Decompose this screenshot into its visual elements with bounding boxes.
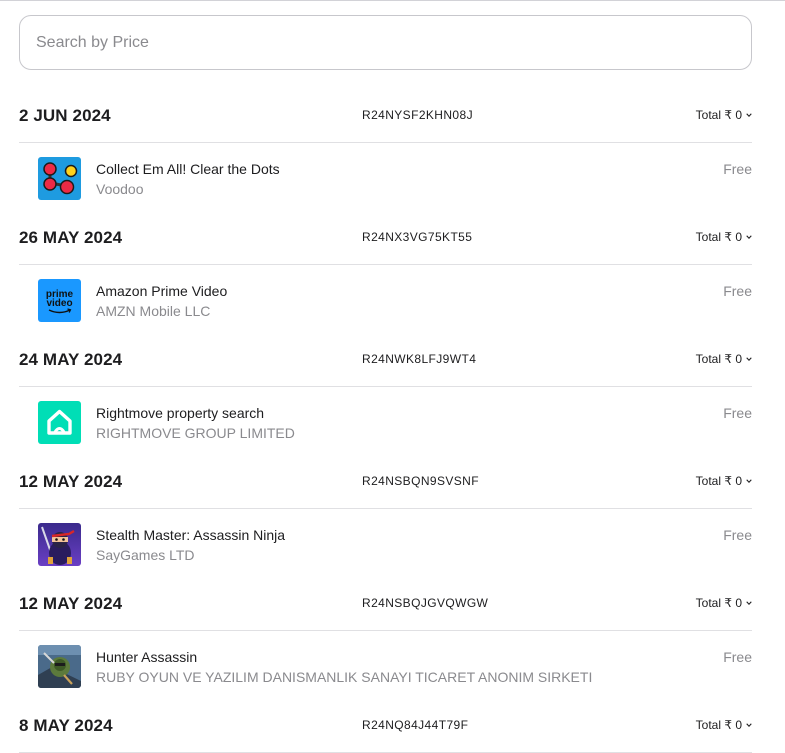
top-divider — [0, 0, 785, 1]
order-date: 26 MAY 2024 — [19, 228, 123, 247]
app-developer: Voodoo — [96, 181, 144, 197]
order-header: 12 MAY 2024 R24NSBQJGVQWGW Total ₹ 0 — [19, 590, 752, 631]
ninja-game-icon — [38, 523, 81, 566]
order-total: Total ₹ 0 — [695, 718, 742, 732]
order-header: 26 MAY 2024 R24NX3VG75KT55 Total ₹ 0 — [19, 224, 752, 265]
order-id: R24NYSF2KHN08J — [362, 108, 473, 122]
dots-game-icon — [38, 157, 81, 200]
order-date: 2 JUN 2024 — [19, 106, 111, 125]
order-group: 12 MAY 2024 R24NSBQN9SVSNF Total ₹ 0 Ste… — [19, 468, 752, 590]
app-price: Free — [723, 649, 752, 665]
list-item[interactable]: prime video Amazon Prime Video AMZN Mobi… — [19, 265, 752, 346]
order-total-toggle[interactable]: Total ₹ 0 — [696, 352, 752, 366]
order-group: 2 JUN 2024 R24NYSF2KHN08J Total ₹ 0 Coll… — [19, 102, 752, 224]
order-total: Total ₹ 0 — [695, 108, 742, 122]
app-developer: SayGames LTD — [96, 547, 195, 563]
order-total: Total ₹ 0 — [695, 230, 742, 244]
chevron-down-icon — [746, 357, 752, 361]
order-id: R24NQ84J44T79F — [362, 718, 469, 732]
app-price: Free — [723, 527, 752, 543]
app-price: Free — [723, 283, 752, 299]
order-date: 12 MAY 2024 — [19, 594, 123, 613]
chevron-down-icon — [746, 113, 752, 117]
order-header: 8 MAY 2024 R24NQ84J44T79F Total ₹ 0 — [19, 712, 752, 753]
app-name[interactable]: Hunter Assassin — [96, 649, 197, 665]
order-total: Total ₹ 0 — [695, 596, 742, 610]
order-date: 24 MAY 2024 — [19, 350, 123, 369]
hunter-game-icon — [38, 645, 81, 688]
list-item[interactable]: Hunter Assassin RUBY OYUN VE YAZILIM DAN… — [19, 631, 752, 712]
order-header: 12 MAY 2024 R24NSBQN9SVSNF Total ₹ 0 — [19, 468, 752, 509]
purchase-history: 2 JUN 2024 R24NYSF2KHN08J Total ₹ 0 — [19, 15, 752, 753]
order-id: R24NSBQN9SVSNF — [362, 474, 479, 488]
order-group: 26 MAY 2024 R24NX3VG75KT55 Total ₹ 0 pri… — [19, 224, 752, 346]
order-total: Total ₹ 0 — [695, 474, 742, 488]
order-date: 8 MAY 2024 — [19, 716, 113, 735]
order-id: R24NWK8LFJ9WT4 — [362, 352, 477, 366]
app-developer: RIGHTMOVE GROUP LIMITED — [96, 425, 295, 441]
order-id: R24NX3VG75KT55 — [362, 230, 473, 244]
prime-video-icon: prime video — [38, 279, 81, 322]
app-price: Free — [723, 161, 752, 177]
order-id: R24NSBQJGVQWGW — [362, 596, 489, 610]
order-group: 8 MAY 2024 R24NQ84J44T79F Total ₹ 0 — [19, 712, 752, 753]
chevron-down-icon — [746, 235, 752, 239]
search-input[interactable] — [19, 15, 752, 70]
list-item[interactable]: Stealth Master: Assassin Ninja SayGames … — [19, 509, 752, 590]
list-item[interactable]: Collect Em All! Clear the Dots Voodoo Fr… — [19, 143, 752, 224]
chevron-down-icon — [746, 723, 752, 727]
app-name[interactable]: Rightmove property search — [96, 405, 264, 421]
order-total-toggle[interactable]: Total ₹ 0 — [696, 718, 752, 732]
video-icon-text: video — [46, 298, 72, 309]
app-name[interactable]: Collect Em All! Clear the Dots — [96, 161, 280, 177]
order-total: Total ₹ 0 — [695, 352, 742, 366]
chevron-down-icon — [746, 479, 752, 483]
order-date: 12 MAY 2024 — [19, 472, 123, 491]
order-header: 24 MAY 2024 R24NWK8LFJ9WT4 Total ₹ 0 — [19, 346, 752, 387]
order-group: 24 MAY 2024 R24NWK8LFJ9WT4 Total ₹ 0 Rig… — [19, 346, 752, 468]
order-list: 2 JUN 2024 R24NYSF2KHN08J Total ₹ 0 Coll… — [19, 102, 752, 753]
app-name[interactable]: Stealth Master: Assassin Ninja — [96, 527, 285, 543]
order-header: 2 JUN 2024 R24NYSF2KHN08J Total ₹ 0 — [19, 102, 752, 143]
rightmove-house-icon — [38, 401, 81, 444]
app-price: Free — [723, 405, 752, 421]
app-name[interactable]: Amazon Prime Video — [96, 283, 227, 299]
order-total-toggle[interactable]: Total ₹ 0 — [696, 108, 752, 122]
app-developer: AMZN Mobile LLC — [96, 303, 211, 319]
order-total-toggle[interactable]: Total ₹ 0 — [696, 596, 752, 610]
order-total-toggle[interactable]: Total ₹ 0 — [696, 230, 752, 244]
chevron-down-icon — [746, 601, 752, 605]
order-total-toggle[interactable]: Total ₹ 0 — [696, 474, 752, 488]
app-developer: RUBY OYUN VE YAZILIM DANISMANLIK SANAYI … — [96, 669, 593, 685]
list-item[interactable]: Rightmove property search RIGHTMOVE GROU… — [19, 387, 752, 468]
order-group: 12 MAY 2024 R24NSBQJGVQWGW Total ₹ 0 Hun… — [19, 590, 752, 712]
